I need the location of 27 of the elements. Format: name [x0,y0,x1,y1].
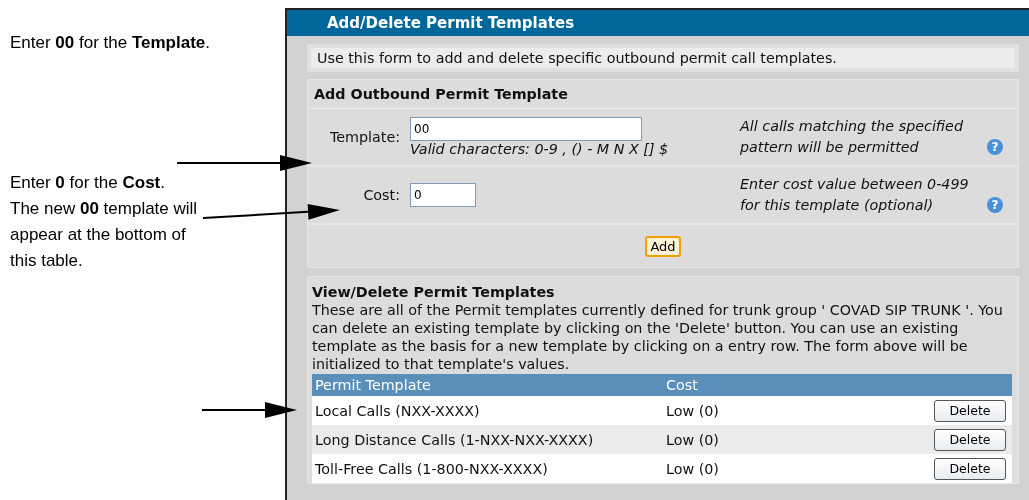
delete-button[interactable]: Delete [934,457,1006,480]
template-field[interactable]: 00 [410,117,642,141]
cost-field[interactable]: 0 [410,183,476,207]
annotation-text: Enter 0 for the Cost. [10,172,166,194]
add-button[interactable]: Add [645,235,681,257]
table-cell-text: Local Calls (NXX-XXXX) [314,402,481,419]
column-header: Cost [666,376,699,395]
field-label: Cost: [362,187,401,203]
panel-title: Add/Delete Permit Templates [287,10,1029,36]
help-text: All calls matching the specified pattern will be permitted [740,117,964,157]
intro-text: Use this form to add and delete specific outbound permit call templates. [307,44,1019,72]
section-heading: View/Delete Permit Templates [312,283,556,301]
table-cell-text: Long Distance Calls (1-NXX-NXX-XXXX) [314,431,595,448]
delete-button[interactable]: Delete [934,399,1006,422]
table-cell-text: Low (0) [666,460,720,477]
table-cell-text: Low (0) [666,402,720,419]
annotation-text: The new 00 template will appear at the bottom of this table. [10,198,199,272]
section-heading: Add Outbound Permit Template [308,80,1018,109]
description-text: These are all of the Permit templates currently defined for trunk group ' COVAD SIP TRUNK '. You can delete an existing template by clicking on the 'Delete' button. You can use an existing template as the basis for a new template by clicking on a entry row. The form above will be initialized to that template's values. [312,301,1004,373]
hint-text: Valid characters: 0-9 , () - M N X [] $ [410,141,670,157]
annotation-text: Enter 00 for the Template. [10,32,212,54]
delete-button[interactable]: Delete [934,428,1006,451]
table-cell-text: Toll-Free Calls (1-800-NXX-XXXX) [314,460,549,477]
column-header: Permit Template [314,376,432,395]
help-text: Enter cost value between 0-499 for this template (optional) [740,175,970,215]
field-label: Template: [328,129,401,145]
table-cell-text: Low (0) [666,431,720,448]
